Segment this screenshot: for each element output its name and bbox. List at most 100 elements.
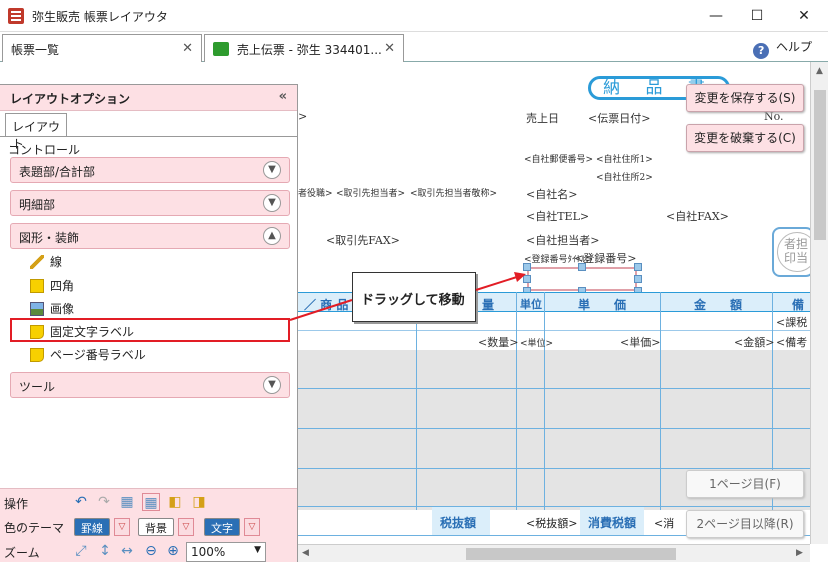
bg-color-chip[interactable]: 背景 — [138, 518, 174, 536]
field-label[interactable]: <自社FAX> — [666, 208, 729, 224]
bottom-toolbar: 操作 ↶ ↷ ▦ ▦ ◧ ◨ 色のテーマ 罫線 ▽ 背景 ▽ 文字 ▽ ズーム … — [0, 488, 297, 562]
summary-label[interactable]: 税抜額 — [432, 507, 490, 535]
document-tabs: 帳票一覧 ✕ 売上伝票 - 弥生 334401... ✕ ? ヘルプ — [0, 32, 828, 62]
help-icon: ? — [753, 43, 770, 59]
field-label[interactable]: <金額> — [734, 334, 774, 350]
chevron-down-icon[interactable]: ▼ — [254, 545, 261, 555]
tab-layout[interactable]: レイアウト — [5, 113, 67, 151]
field-label[interactable]: <課税 — [776, 314, 807, 330]
scroll-thumb[interactable] — [814, 90, 826, 240]
scroll-left-icon[interactable]: ◀ — [302, 548, 309, 558]
save-changes-button[interactable]: 変更を保存する(S) — [686, 84, 804, 112]
resize-handle[interactable] — [634, 263, 642, 271]
text-color-chip[interactable]: 文字 — [204, 518, 240, 536]
group-detail[interactable]: 明細部 ▼ — [10, 190, 290, 216]
send-back-icon[interactable]: ◨ — [190, 493, 208, 511]
column-header[interactable]: 量 — [482, 296, 494, 313]
slip-icon — [213, 42, 229, 56]
scroll-right-icon[interactable]: ▶ — [796, 548, 803, 558]
zoom-out-icon[interactable]: ⊖ — [142, 542, 160, 560]
scroll-thumb[interactable] — [466, 548, 676, 560]
window-title: 弥生販売 帳票レイアウタ — [32, 10, 168, 24]
field-label[interactable]: <自社住所1> — [596, 152, 653, 165]
title-bar: 弥生販売 帳票レイアウタ — ☐ ✕ — [0, 0, 828, 32]
summary-value[interactable]: <消 — [654, 515, 674, 531]
group-header-footer[interactable]: 表題部/合計部 ▼ — [10, 157, 290, 183]
chevron-down-icon[interactable]: ▼ — [263, 194, 281, 212]
help-button[interactable]: ? ヘルプ — [753, 38, 812, 59]
field-label[interactable]: > — [298, 110, 307, 123]
column-header[interactable]: 単 価 — [578, 296, 626, 313]
fit-width-icon[interactable]: ↔ — [118, 542, 136, 560]
control-page-label[interactable]: ページ番号ラベル — [30, 346, 146, 366]
column-divider — [516, 292, 517, 510]
field-label[interactable]: <伝票日付> — [588, 110, 650, 126]
discard-changes-button[interactable]: 変更を破棄する(C) — [686, 124, 804, 152]
field-label[interactable]: 者役職> — [298, 186, 333, 199]
grid-color-chip[interactable]: 罫線 — [74, 518, 110, 536]
field-label[interactable]: <自社郵便番号> — [524, 152, 593, 165]
snap-grid-icon[interactable]: ▦ — [142, 493, 160, 511]
field-label[interactable]: <取引先FAX> — [326, 232, 400, 248]
undo-icon[interactable]: ↶ — [72, 493, 90, 511]
scroll-up-icon[interactable]: ▲ — [816, 66, 823, 76]
vertical-scrollbar[interactable]: ▲ — [810, 62, 828, 544]
close-tab-icon[interactable]: ✕ — [384, 41, 395, 56]
operations-label: 操作 — [4, 497, 29, 511]
chevron-up-icon[interactable]: ▲ — [263, 227, 281, 245]
maximize-button[interactable]: ☐ — [747, 6, 767, 26]
tab-sales-slip[interactable]: 売上伝票 - 弥生 334401... ✕ — [204, 34, 404, 62]
fit-page-icon[interactable]: ⤢ — [72, 542, 90, 560]
control-line[interactable]: 線 — [30, 253, 62, 273]
grid-icon[interactable]: ▦ — [118, 493, 136, 511]
close-window-button[interactable]: ✕ — [794, 6, 814, 26]
field-label[interactable]: <数量> — [478, 334, 518, 350]
column-header[interactable]: 備 — [792, 296, 804, 313]
column-header[interactable]: 金 額 — [694, 296, 742, 313]
field-label[interactable]: <備考 — [776, 334, 807, 350]
summary-label[interactable]: 消費税額 — [580, 507, 644, 535]
tab-form-list[interactable]: 帳票一覧 ✕ — [2, 34, 202, 62]
field-label[interactable]: <取引先担当者敬称> — [410, 186, 497, 199]
field-label[interactable]: <単位> — [520, 336, 553, 349]
field-label[interactable]: <自社住所2> — [596, 170, 653, 183]
chevron-down-icon[interactable]: ▼ — [263, 161, 281, 179]
page1-button[interactable]: 1ページ目(F) — [686, 470, 804, 498]
column-header[interactable]: ／ 商 品 — [304, 296, 348, 313]
bring-front-icon[interactable]: ◧ — [166, 493, 184, 511]
control-rect[interactable]: 四角 — [30, 277, 74, 297]
resize-handle[interactable] — [634, 275, 642, 283]
control-image[interactable]: 画像 — [30, 300, 74, 320]
collapse-panel-icon[interactable]: « — [279, 89, 287, 104]
group-tools[interactable]: ツール ▼ — [10, 372, 290, 398]
zoom-in-icon[interactable]: ⊕ — [164, 542, 182, 560]
column-header[interactable]: 単位 — [520, 296, 542, 312]
zoom-select[interactable]: 100% ▼ — [186, 542, 266, 562]
stamp-box[interactable]: 者担 印当 — [772, 227, 810, 277]
field-label[interactable]: <取引先担当者> — [336, 186, 405, 199]
field-label[interactable]: <単価> — [620, 334, 660, 350]
field-label[interactable]: <自社名> — [526, 186, 577, 202]
close-tab-icon[interactable]: ✕ — [182, 41, 193, 56]
fit-height-icon[interactable]: ↕ — [96, 542, 114, 560]
group-shapes[interactable]: 図形・装飾 ▲ — [10, 223, 290, 249]
row-divider — [298, 388, 810, 389]
field-label[interactable]: 売上日 — [526, 110, 559, 126]
horizontal-scrollbar[interactable]: ◀ ▶ — [298, 544, 810, 562]
chevron-down-icon[interactable]: ▽ — [244, 518, 260, 536]
field-label[interactable]: <自社担当者> — [526, 232, 599, 248]
resize-handle[interactable] — [523, 263, 531, 271]
chevron-down-icon[interactable]: ▼ — [263, 376, 281, 394]
zoom-label: ズーム — [4, 546, 40, 560]
redo-icon[interactable]: ↷ — [95, 493, 113, 511]
field-label[interactable]: <自社TEL> — [526, 208, 589, 224]
chevron-down-icon[interactable]: ▽ — [178, 518, 194, 536]
minimize-button[interactable]: — — [706, 6, 726, 26]
resize-handle[interactable] — [523, 275, 531, 283]
resize-handle[interactable] — [578, 263, 586, 271]
rectangle-icon — [30, 279, 44, 293]
control-label: 四角 — [50, 279, 75, 293]
page2-button[interactable]: 2ページ目以降(R) — [686, 510, 804, 538]
chevron-down-icon[interactable]: ▽ — [114, 518, 130, 536]
summary-value[interactable]: <税抜額> — [526, 515, 577, 531]
